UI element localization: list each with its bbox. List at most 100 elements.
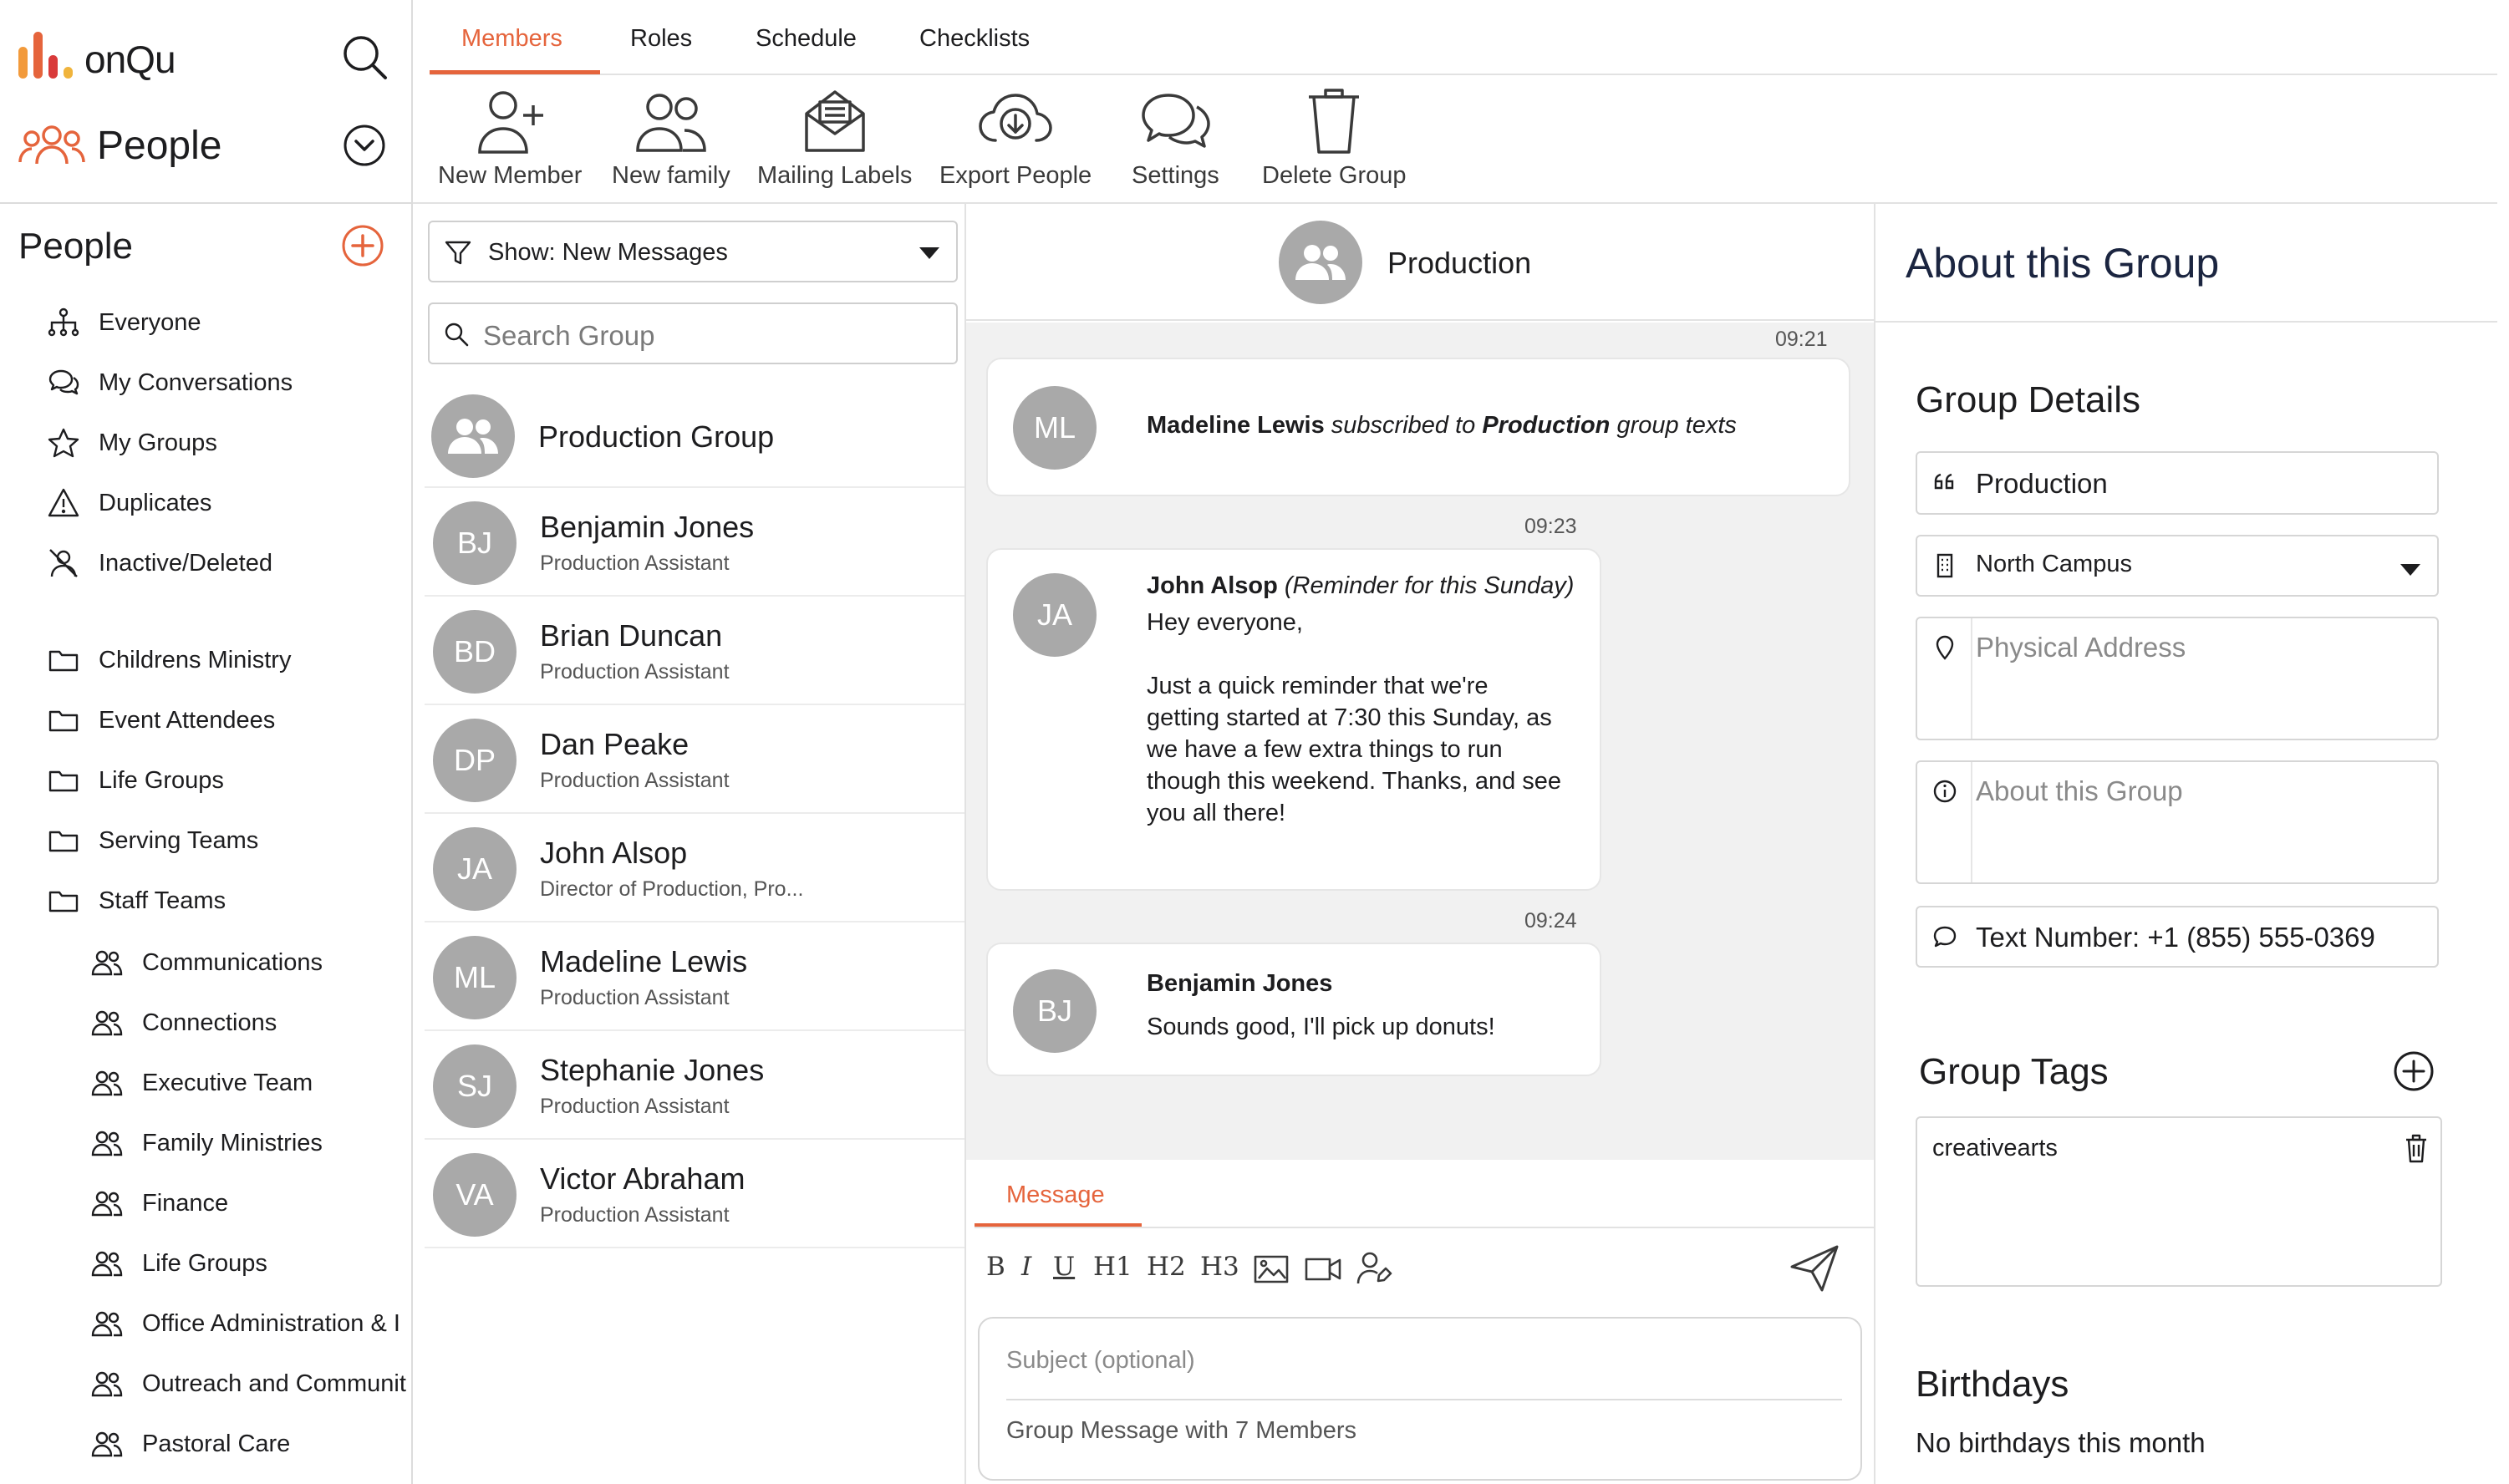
mailing-labels-button[interactable]: Mailing Labels [757,87,912,190]
group-icon [91,1070,123,1096]
folder-icon [48,831,79,852]
sidebar-team-executive-team[interactable]: Executive Team [90,1060,313,1106]
message-thread[interactable]: 09:21 ML Madeline Lewis subscribed to Pr… [966,323,1874,1160]
cloud-download-icon [979,94,1052,142]
message-filter-select[interactable]: Show: New Messages [428,221,958,282]
heading3-button[interactable]: H3 [1200,1252,1239,1282]
member-avatar: VA [433,1153,517,1237]
chat-header: Production [966,204,1874,321]
campus-value: North Campus [1976,551,2132,577]
tab-roles[interactable]: Roles [630,25,692,53]
sidebar-team-label: Executive Team [142,1069,313,1096]
member-row[interactable]: DP Dan Peake Production Assistant [425,705,964,814]
member-row[interactable]: BJ Benjamin Jones Production Assistant [425,488,964,597]
system-message: ML Madeline Lewis subscribed to Producti… [986,358,1850,496]
heading2-button[interactable]: H2 [1147,1252,1186,1282]
member-row[interactable]: BD Brian Duncan Production Assistant [425,597,964,705]
chevron-down-icon[interactable] [343,124,386,167]
export-people-button[interactable]: Export People [939,87,1092,190]
insert-video-icon[interactable] [1304,1250,1342,1287]
physical-address-field[interactable]: Physical Address [1916,617,2439,740]
search-icon[interactable] [339,32,389,82]
chat-bubbles-icon [1142,94,1211,148]
sidebar-team-label: Connections [142,1009,277,1036]
sidebar-folder-event-attendees[interactable]: Event Attendees [47,697,275,744]
sidebar-folder-life-groups[interactable]: Life Groups [47,757,224,804]
new-family-button[interactable]: New family [612,87,730,190]
member-name: Dan Peake [540,727,690,761]
member-row[interactable]: JA John Alsop Director of Production, Pr… [425,814,964,922]
sidebar-item-my-conversations[interactable]: My Conversations [47,359,293,406]
sidebar: onQu People People Everyone My Conversat… [0,0,413,1484]
logo-text: onQu [84,38,176,81]
group-details-title: Group Details [1916,379,2141,420]
insert-image-icon[interactable] [1252,1250,1290,1287]
sidebar-team-pastoral-care[interactable]: Pastoral Care [90,1420,290,1467]
member-row[interactable]: ML Madeline Lewis Production Assistant [425,922,964,1031]
sidebar-team-office-administration[interactable]: Office Administration & I [90,1300,400,1347]
group-icon [91,1371,123,1397]
new-member-button[interactable]: New Member [438,87,582,190]
module-switcher[interactable]: People [18,122,221,169]
sidebar-item-duplicates[interactable]: Duplicates [47,480,211,526]
sidebar-team-connections[interactable]: Connections [90,999,277,1046]
active-tab-indicator [430,70,600,74]
member-avatar: BD [433,610,517,694]
heading1-button[interactable]: H1 [1093,1252,1132,1282]
member-role: Production Assistant [540,1203,730,1227]
message-timestamp: 09:24 [1524,909,1577,933]
member-role: Production Assistant [540,660,730,684]
sidebar-item-everyone[interactable]: Everyone [47,299,201,346]
member-row[interactable]: VA Victor Abraham Production Assistant [425,1140,964,1248]
group-icon [91,950,123,976]
tab-checklists[interactable]: Checklists [919,25,1030,53]
sidebar-item-my-groups[interactable]: My Groups [47,419,217,466]
underline-button[interactable]: U [1053,1252,1075,1282]
sidebar-folder-label: Event Attendees [99,706,276,734]
group-icon [91,1311,123,1337]
member-role: Production Assistant [540,551,730,575]
campus-select[interactable]: North Campus [1916,535,2439,597]
message-input[interactable]: Group Message with 7 Members [1006,1417,1356,1445]
message-header: John Alsop (Reminder for this Sunday) [1147,570,1574,602]
sidebar-folder-label: Staff Teams [99,887,226,914]
tab-schedule[interactable]: Schedule [756,25,857,53]
folder-icon [48,710,79,732]
send-icon[interactable] [1789,1243,1840,1293]
sidebar-team-life-groups[interactable]: Life Groups [90,1240,267,1287]
group-name-field[interactable]: Production [1916,451,2439,515]
delete-group-button[interactable]: Delete Group [1262,87,1407,190]
sidebar-team-communications[interactable]: Communications [90,939,323,986]
message-author: Madeline Lewis [1147,412,1325,439]
add-tag-icon[interactable] [2392,1049,2435,1093]
tag-item: creativearts [1932,1135,2058,1161]
search-icon [445,323,469,347]
physical-address-placeholder: Physical Address [1976,632,2186,663]
insert-mention-icon[interactable] [1356,1250,1394,1287]
bold-button[interactable]: B [986,1252,1005,1282]
about-group-field[interactable]: About this Group [1916,760,2439,884]
subject-input[interactable]: Subject (optional) [1006,1347,1195,1375]
message-body: Just a quick reminder that we're getting… [1147,673,1562,826]
sidebar-team-family-ministries[interactable]: Family Ministries [90,1120,323,1166]
sidebar-item-inactive-deleted[interactable]: Inactive/Deleted [47,540,272,587]
group-icon [91,1131,123,1156]
sidebar-folder-staff-teams[interactable]: Staff Teams [47,877,226,924]
field-separator [1971,618,1972,739]
settings-button[interactable]: Settings [1132,87,1219,190]
sidebar-team-finance[interactable]: Finance [90,1180,228,1227]
group-row[interactable]: Production Group [425,384,964,488]
tab-members[interactable]: Members [461,25,562,53]
member-row[interactable]: SJ Stephanie Jones Production Assistant [425,1031,964,1140]
italic-button[interactable]: I [1021,1252,1031,1282]
add-circle-icon[interactable] [341,224,384,267]
system-message-text: Madeline Lewis subscribed to Production … [1147,412,1737,439]
sidebar-team-outreach[interactable]: Outreach and Communit [90,1360,406,1407]
sidebar-folder-childrens-ministry[interactable]: Childrens Ministry [47,637,291,684]
sidebar-item-label: My Conversations [99,368,293,396]
trash-icon[interactable] [2402,1133,2430,1165]
app-logo[interactable]: onQu [18,32,176,79]
sidebar-folder-serving-teams[interactable]: Serving Teams [47,817,258,864]
search-group-input[interactable]: Search Group [428,302,958,364]
tab-message[interactable]: Message [1006,1182,1105,1209]
